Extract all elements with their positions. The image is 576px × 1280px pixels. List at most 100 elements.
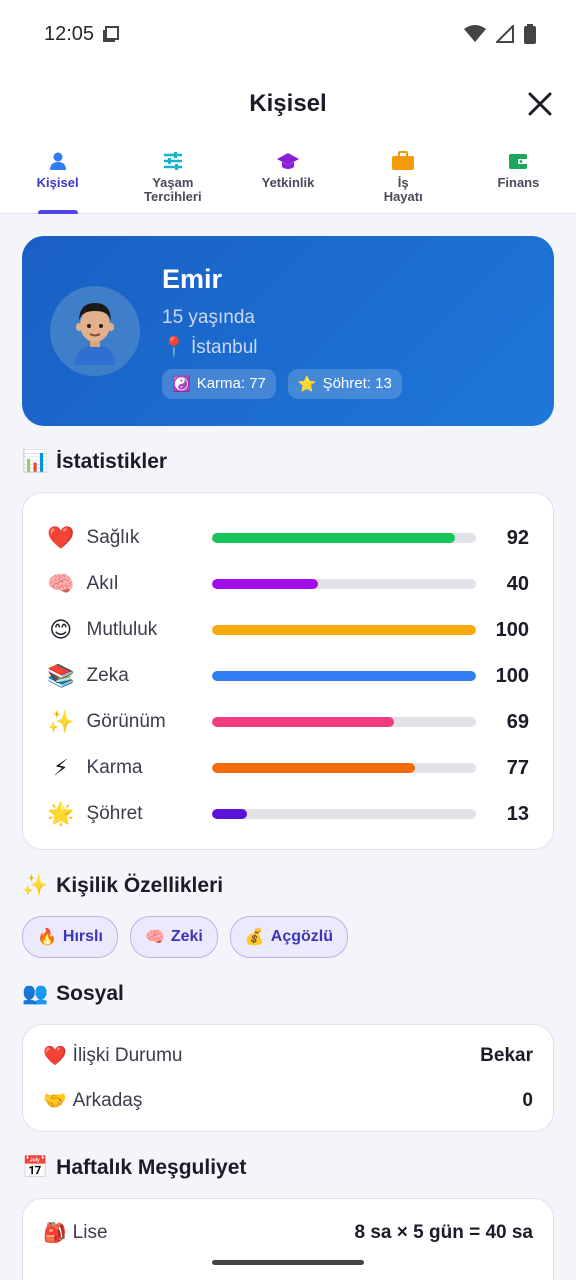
page-title: Kişisel — [249, 90, 327, 117]
location-pin-icon: 📍 — [162, 336, 186, 358]
stat-bar-fill — [212, 763, 416, 773]
karma-chip-text: Karma: 77 — [196, 375, 266, 392]
battery-icon — [524, 24, 536, 44]
money-bag-icon: 💰 — [244, 929, 265, 946]
trait-chip[interactable]: 🔥 Hırslı — [22, 916, 118, 958]
stat-label: Şöhret — [86, 803, 143, 824]
trait-label: Açgözlü — [270, 928, 334, 945]
wallet-icon — [507, 150, 529, 172]
social-value: Bekar — [480, 1044, 533, 1066]
profile-age: 15 yaşında — [162, 306, 255, 328]
lightning-icon: ⚡ — [53, 755, 69, 780]
stat-row: 🌟 Şöhret 13 — [47, 791, 529, 837]
graduation-cap-icon — [277, 150, 299, 172]
stat-value: 92 — [506, 526, 529, 549]
stat-label: Zeka — [86, 665, 129, 686]
profile-name: Emir — [162, 263, 223, 294]
backpack-icon: 🎒 — [43, 1223, 67, 1244]
fire-icon: 🔥 — [37, 929, 57, 946]
tab-label: İş Hayatı — [383, 175, 423, 204]
trait-chip[interactable]: 🧠 Zeki — [129, 916, 218, 958]
stat-value: 77 — [506, 756, 529, 779]
bar-chart-icon: 📊 — [22, 450, 49, 473]
people-icon: 👥 — [22, 982, 49, 1005]
social-value: 0 — [522, 1089, 533, 1111]
stat-value: 100 — [495, 664, 529, 687]
weekly-value: 8 sa × 5 gün = 40 sa — [354, 1222, 534, 1243]
tab-label: Kişisel — [36, 175, 79, 190]
tab-label: Yaşam Tercihleri — [144, 175, 202, 204]
tab-is-hayati[interactable]: İş Hayatı — [346, 140, 461, 213]
handshake-icon: 🤝 — [43, 1090, 67, 1112]
profile-location: 📍 İstanbul — [162, 335, 402, 359]
stat-bar-fill — [212, 533, 455, 543]
social-label: İlişki Durumu — [72, 1044, 183, 1066]
trait-chip[interactable]: 💰 Açgözlü — [229, 916, 349, 958]
smile-icon: 😊 — [49, 617, 73, 642]
books-icon: 📚 — [47, 663, 75, 688]
social-section-title: 👥 Sosyal — [22, 980, 554, 1008]
header: Kişisel — [0, 68, 576, 140]
weekly-card: 🎒 Lise 8 sa × 5 gün = 40 sa — [22, 1198, 554, 1280]
stat-bar — [212, 763, 476, 773]
stat-label: Sağlık — [86, 527, 140, 548]
stat-bar — [212, 717, 476, 727]
karma-chip: ☯️ Karma: 77 — [162, 368, 276, 399]
stats-card: ❤️ Sağlık 92 🧠 Akıl 40 😊 Mutluluk 100 📚 … — [22, 492, 554, 850]
social-label: Arkadaş — [72, 1089, 143, 1111]
stat-value: 100 — [495, 618, 529, 641]
stat-bar — [212, 533, 476, 543]
weekly-title-text: Haftalık Meşguliyet — [56, 1156, 247, 1179]
home-indicator[interactable] — [212, 1260, 364, 1265]
stat-row: 😊 Mutluluk 100 — [47, 607, 529, 653]
tab-label: Finans — [497, 175, 540, 190]
scroll-content[interactable]: Emir 15 yaşında 📍 İstanbul ☯️ Karma: 77 … — [0, 215, 576, 1280]
traits-list: 🔥 Hırslı 🧠 Zeki 💰 Açgözlü — [22, 916, 554, 958]
stat-bar-fill — [212, 671, 476, 681]
stat-value: 40 — [506, 572, 529, 595]
stat-label: Akıl — [86, 573, 119, 594]
social-row-friends: 🤝 Arkadaş 0 — [43, 1078, 533, 1123]
calendar-icon: 📅 — [22, 1156, 49, 1179]
stat-label: Karma — [86, 757, 143, 778]
stat-row: ❤️ Sağlık 92 — [47, 515, 529, 561]
status-time: 12:05 — [44, 22, 95, 45]
stat-row: 🧠 Akıl 40 — [47, 561, 529, 607]
tab-label: Yetkinlik — [261, 175, 315, 190]
close-icon[interactable] — [526, 90, 554, 118]
tab-yasam-tercihleri[interactable]: Yaşam Tercihleri — [115, 140, 230, 213]
yin-yang-icon: ☯️ — [172, 375, 191, 393]
tab-yetkinlik[interactable]: Yetkinlik — [230, 140, 345, 213]
glowing-star-icon: 🌟 — [47, 801, 75, 826]
traits-title-text: Kişilik Özellikleri — [56, 874, 224, 897]
profile-card: Emir 15 yaşında 📍 İstanbul ☯️ Karma: 77 … — [22, 236, 554, 426]
social-title-text: Sosyal — [56, 982, 124, 1005]
social-row-relationship: ❤️ İlişki Durumu Bekar — [43, 1033, 533, 1078]
trait-label: Zeki — [170, 928, 203, 945]
briefcase-icon — [392, 150, 415, 172]
stat-bar — [212, 625, 476, 635]
stat-row: ⚡ Karma 77 — [47, 745, 529, 791]
stat-bar — [212, 809, 476, 819]
wifi-icon — [464, 25, 486, 42]
status-bar: 12:05 — [0, 0, 576, 68]
fame-chip-text: Şöhret: 13 — [322, 375, 392, 392]
tab-kisisel[interactable]: Kişisel — [0, 140, 115, 214]
stat-bar — [212, 671, 476, 681]
screenshot-icon — [103, 26, 120, 42]
signal-icon — [496, 25, 514, 43]
tab-finans[interactable]: Finans — [461, 140, 576, 213]
brain-icon: 🧠 — [144, 929, 165, 946]
stat-label: Mutluluk — [86, 619, 158, 640]
stat-row: ✨ Görünüm 69 — [47, 699, 529, 745]
tab-bar: Kişisel Yaşam Tercihleri Yetkinlik İş Ha… — [0, 140, 576, 214]
stat-value: 69 — [506, 710, 529, 733]
trait-label: Hırslı — [62, 928, 103, 945]
sparkles-icon: ✨ — [22, 874, 49, 897]
stat-bar — [212, 579, 476, 589]
stat-bar-fill — [212, 809, 247, 819]
heart-icon: ❤️ — [47, 525, 75, 550]
heart-icon: ❤️ — [43, 1045, 67, 1067]
sliders-icon — [162, 150, 184, 172]
person-icon — [47, 150, 69, 172]
